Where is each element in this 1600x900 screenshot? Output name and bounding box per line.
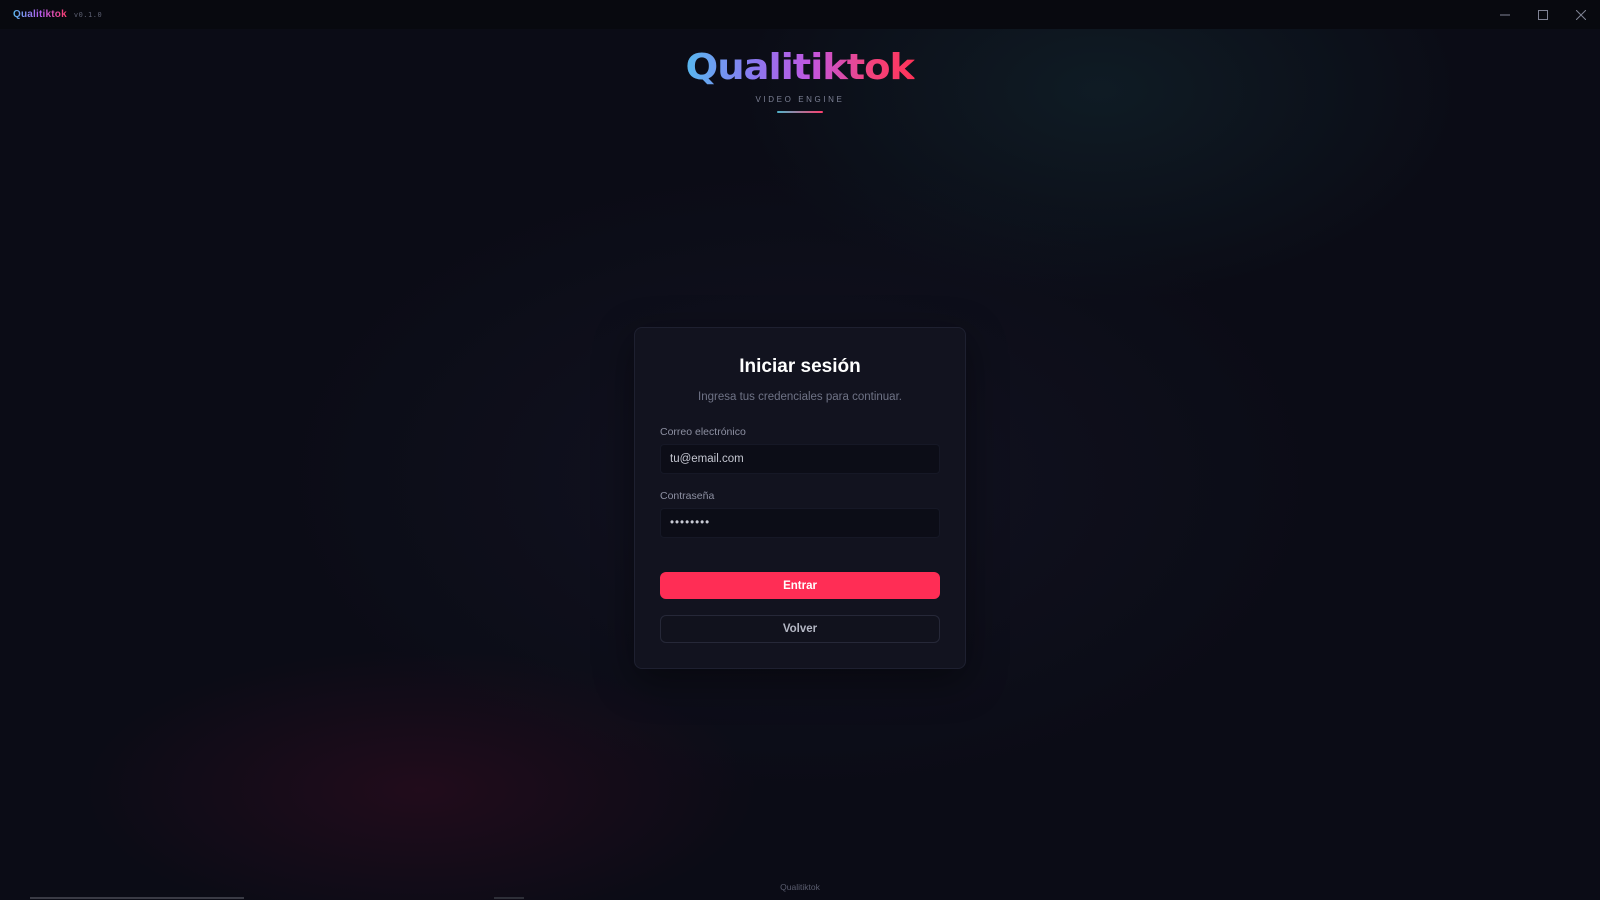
- logo-subtitle: VIDEO ENGINE: [755, 95, 845, 104]
- minimize-button[interactable]: [1486, 0, 1524, 29]
- brand-header: Qualitiktok VIDEO ENGINE: [0, 48, 1600, 113]
- close-button[interactable]: [1562, 0, 1600, 29]
- app-name: Qualitiktok: [13, 9, 67, 20]
- window-controls: [1486, 0, 1600, 29]
- login-card: Iniciar sesión Ingresa tus credenciales …: [634, 327, 966, 669]
- password-field[interactable]: [660, 508, 940, 538]
- maximize-icon: [1538, 9, 1548, 20]
- scrollbar-thumb[interactable]: [494, 897, 524, 899]
- login-title: Iniciar sesión: [739, 356, 861, 377]
- footer-text: Qualitiktok: [780, 882, 820, 892]
- title-bar[interactable]: Qualitiktok v0.1.0: [0, 0, 1600, 29]
- password-label: Contraseña: [660, 490, 715, 502]
- logo-title: Qualitiktok: [685, 47, 916, 88]
- app-window: Qualitiktok v0.1.0 Qualitiktok VIDEO ENG…: [0, 0, 1600, 900]
- back-button[interactable]: Volver: [660, 615, 940, 643]
- maximize-button[interactable]: [1524, 0, 1562, 29]
- close-icon: [1576, 9, 1586, 20]
- app-version: v0.1.0: [73, 10, 103, 19]
- scrollbar-track[interactable]: [30, 897, 244, 899]
- logo-underline: [777, 111, 823, 113]
- minimize-icon: [1500, 14, 1510, 15]
- email-field[interactable]: [660, 444, 940, 474]
- submit-button[interactable]: Entrar: [660, 572, 940, 599]
- email-label: Correo electrónico: [660, 426, 746, 438]
- login-subtitle: Ingresa tus credenciales para continuar.: [698, 391, 902, 403]
